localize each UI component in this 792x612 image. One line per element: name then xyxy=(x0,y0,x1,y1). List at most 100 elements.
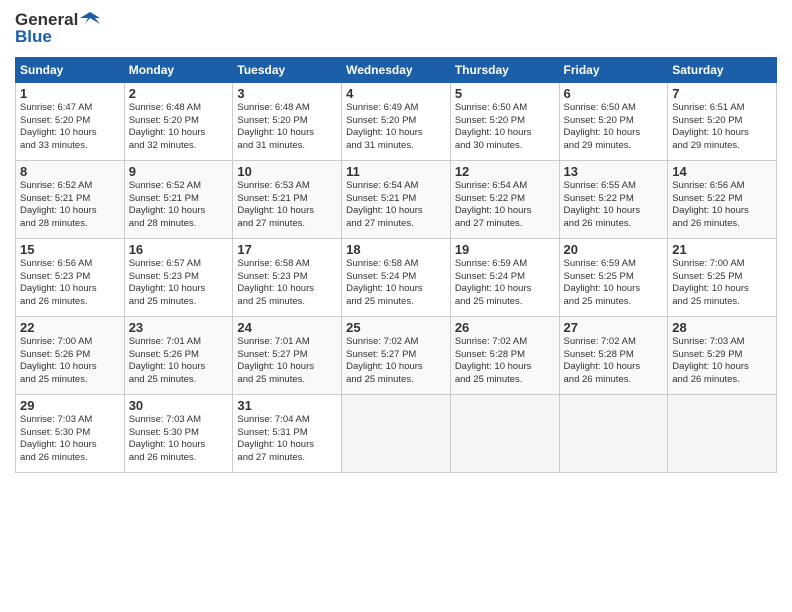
day-number: 21 xyxy=(672,242,772,257)
day-info: Sunrise: 7:02 AMSunset: 5:28 PMDaylight:… xyxy=(564,336,641,385)
main-container: General Blue SundayMondayTuesdayWednesda… xyxy=(0,0,792,483)
day-header-sunday: Sunday xyxy=(16,57,125,82)
day-number: 5 xyxy=(455,86,555,101)
day-number: 3 xyxy=(237,86,337,101)
calendar-day-2: 2Sunrise: 6:48 AMSunset: 5:20 PMDaylight… xyxy=(124,82,233,160)
day-info: Sunrise: 6:48 AMSunset: 5:20 PMDaylight:… xyxy=(129,102,206,151)
calendar-day-18: 18Sunrise: 6:58 AMSunset: 5:24 PMDayligh… xyxy=(342,238,451,316)
day-header-thursday: Thursday xyxy=(450,57,559,82)
calendar-table: SundayMondayTuesdayWednesdayThursdayFrid… xyxy=(15,57,777,473)
calendar-day-23: 23Sunrise: 7:01 AMSunset: 5:26 PMDayligh… xyxy=(124,316,233,394)
day-info: Sunrise: 6:50 AMSunset: 5:20 PMDaylight:… xyxy=(564,102,641,151)
day-info: Sunrise: 6:55 AMSunset: 5:22 PMDaylight:… xyxy=(564,180,641,229)
calendar-week-5: 29Sunrise: 7:03 AMSunset: 5:30 PMDayligh… xyxy=(16,394,777,472)
day-info: Sunrise: 6:58 AMSunset: 5:24 PMDaylight:… xyxy=(346,258,423,307)
day-number: 24 xyxy=(237,320,337,335)
calendar-day-5: 5Sunrise: 6:50 AMSunset: 5:20 PMDaylight… xyxy=(450,82,559,160)
calendar-day-3: 3Sunrise: 6:48 AMSunset: 5:20 PMDaylight… xyxy=(233,82,342,160)
calendar-day-22: 22Sunrise: 7:00 AMSunset: 5:26 PMDayligh… xyxy=(16,316,125,394)
calendar-week-1: 1Sunrise: 6:47 AMSunset: 5:20 PMDaylight… xyxy=(16,82,777,160)
day-info: Sunrise: 7:03 AMSunset: 5:30 PMDaylight:… xyxy=(20,414,97,463)
day-info: Sunrise: 7:01 AMSunset: 5:26 PMDaylight:… xyxy=(129,336,206,385)
day-number: 27 xyxy=(564,320,664,335)
day-info: Sunrise: 6:50 AMSunset: 5:20 PMDaylight:… xyxy=(455,102,532,151)
calendar-week-3: 15Sunrise: 6:56 AMSunset: 5:23 PMDayligh… xyxy=(16,238,777,316)
calendar-day-6: 6Sunrise: 6:50 AMSunset: 5:20 PMDaylight… xyxy=(559,82,668,160)
day-number: 4 xyxy=(346,86,446,101)
calendar-day-7: 7Sunrise: 6:51 AMSunset: 5:20 PMDaylight… xyxy=(668,82,777,160)
calendar-day-29: 29Sunrise: 7:03 AMSunset: 5:30 PMDayligh… xyxy=(16,394,125,472)
day-info: Sunrise: 7:00 AMSunset: 5:26 PMDaylight:… xyxy=(20,336,97,385)
day-number: 8 xyxy=(20,164,120,179)
logo: General Blue xyxy=(15,10,100,47)
calendar-day-empty xyxy=(559,394,668,472)
calendar-day-16: 16Sunrise: 6:57 AMSunset: 5:23 PMDayligh… xyxy=(124,238,233,316)
day-number: 18 xyxy=(346,242,446,257)
day-number: 15 xyxy=(20,242,120,257)
day-info: Sunrise: 6:58 AMSunset: 5:23 PMDaylight:… xyxy=(237,258,314,307)
calendar-day-9: 9Sunrise: 6:52 AMSunset: 5:21 PMDaylight… xyxy=(124,160,233,238)
day-number: 1 xyxy=(20,86,120,101)
calendar-day-21: 21Sunrise: 7:00 AMSunset: 5:25 PMDayligh… xyxy=(668,238,777,316)
calendar-day-12: 12Sunrise: 6:54 AMSunset: 5:22 PMDayligh… xyxy=(450,160,559,238)
day-info: Sunrise: 6:56 AMSunset: 5:23 PMDaylight:… xyxy=(20,258,97,307)
day-number: 11 xyxy=(346,164,446,179)
day-info: Sunrise: 6:47 AMSunset: 5:20 PMDaylight:… xyxy=(20,102,97,151)
day-number: 31 xyxy=(237,398,337,413)
day-header-tuesday: Tuesday xyxy=(233,57,342,82)
calendar-day-30: 30Sunrise: 7:03 AMSunset: 5:30 PMDayligh… xyxy=(124,394,233,472)
day-info: Sunrise: 7:02 AMSunset: 5:28 PMDaylight:… xyxy=(455,336,532,385)
day-info: Sunrise: 7:04 AMSunset: 5:31 PMDaylight:… xyxy=(237,414,314,463)
calendar-day-26: 26Sunrise: 7:02 AMSunset: 5:28 PMDayligh… xyxy=(450,316,559,394)
day-header-friday: Friday xyxy=(559,57,668,82)
calendar-day-11: 11Sunrise: 6:54 AMSunset: 5:21 PMDayligh… xyxy=(342,160,451,238)
day-info: Sunrise: 6:51 AMSunset: 5:20 PMDaylight:… xyxy=(672,102,749,151)
calendar-day-20: 20Sunrise: 6:59 AMSunset: 5:25 PMDayligh… xyxy=(559,238,668,316)
day-info: Sunrise: 7:00 AMSunset: 5:25 PMDaylight:… xyxy=(672,258,749,307)
day-info: Sunrise: 6:54 AMSunset: 5:22 PMDaylight:… xyxy=(455,180,532,229)
day-number: 13 xyxy=(564,164,664,179)
day-number: 2 xyxy=(129,86,229,101)
calendar-day-17: 17Sunrise: 6:58 AMSunset: 5:23 PMDayligh… xyxy=(233,238,342,316)
day-info: Sunrise: 6:48 AMSunset: 5:20 PMDaylight:… xyxy=(237,102,314,151)
day-header-wednesday: Wednesday xyxy=(342,57,451,82)
day-number: 26 xyxy=(455,320,555,335)
day-number: 22 xyxy=(20,320,120,335)
calendar-day-28: 28Sunrise: 7:03 AMSunset: 5:29 PMDayligh… xyxy=(668,316,777,394)
day-number: 7 xyxy=(672,86,772,101)
day-info: Sunrise: 6:56 AMSunset: 5:22 PMDaylight:… xyxy=(672,180,749,229)
day-number: 9 xyxy=(129,164,229,179)
day-number: 19 xyxy=(455,242,555,257)
day-header-monday: Monday xyxy=(124,57,233,82)
calendar-day-empty xyxy=(668,394,777,472)
calendar-week-2: 8Sunrise: 6:52 AMSunset: 5:21 PMDaylight… xyxy=(16,160,777,238)
day-number: 28 xyxy=(672,320,772,335)
day-info: Sunrise: 7:03 AMSunset: 5:30 PMDaylight:… xyxy=(129,414,206,463)
header-row: SundayMondayTuesdayWednesdayThursdayFrid… xyxy=(16,57,777,82)
day-info: Sunrise: 7:01 AMSunset: 5:27 PMDaylight:… xyxy=(237,336,314,385)
day-info: Sunrise: 6:59 AMSunset: 5:24 PMDaylight:… xyxy=(455,258,532,307)
day-info: Sunrise: 6:57 AMSunset: 5:23 PMDaylight:… xyxy=(129,258,206,307)
calendar-day-27: 27Sunrise: 7:02 AMSunset: 5:28 PMDayligh… xyxy=(559,316,668,394)
day-number: 23 xyxy=(129,320,229,335)
day-header-saturday: Saturday xyxy=(668,57,777,82)
day-info: Sunrise: 6:54 AMSunset: 5:21 PMDaylight:… xyxy=(346,180,423,229)
logo-bird-icon xyxy=(80,10,100,30)
calendar-day-25: 25Sunrise: 7:02 AMSunset: 5:27 PMDayligh… xyxy=(342,316,451,394)
logo-text-blue: Blue xyxy=(15,28,52,47)
day-info: Sunrise: 6:49 AMSunset: 5:20 PMDaylight:… xyxy=(346,102,423,151)
calendar-day-24: 24Sunrise: 7:01 AMSunset: 5:27 PMDayligh… xyxy=(233,316,342,394)
calendar-day-31: 31Sunrise: 7:04 AMSunset: 5:31 PMDayligh… xyxy=(233,394,342,472)
day-info: Sunrise: 7:02 AMSunset: 5:27 PMDaylight:… xyxy=(346,336,423,385)
calendar-day-1: 1Sunrise: 6:47 AMSunset: 5:20 PMDaylight… xyxy=(16,82,125,160)
day-info: Sunrise: 6:52 AMSunset: 5:21 PMDaylight:… xyxy=(20,180,97,229)
day-number: 29 xyxy=(20,398,120,413)
header: General Blue xyxy=(15,10,777,47)
day-info: Sunrise: 6:53 AMSunset: 5:21 PMDaylight:… xyxy=(237,180,314,229)
day-info: Sunrise: 6:59 AMSunset: 5:25 PMDaylight:… xyxy=(564,258,641,307)
calendar-day-8: 8Sunrise: 6:52 AMSunset: 5:21 PMDaylight… xyxy=(16,160,125,238)
calendar-day-13: 13Sunrise: 6:55 AMSunset: 5:22 PMDayligh… xyxy=(559,160,668,238)
calendar-day-15: 15Sunrise: 6:56 AMSunset: 5:23 PMDayligh… xyxy=(16,238,125,316)
calendar-week-4: 22Sunrise: 7:00 AMSunset: 5:26 PMDayligh… xyxy=(16,316,777,394)
day-number: 20 xyxy=(564,242,664,257)
